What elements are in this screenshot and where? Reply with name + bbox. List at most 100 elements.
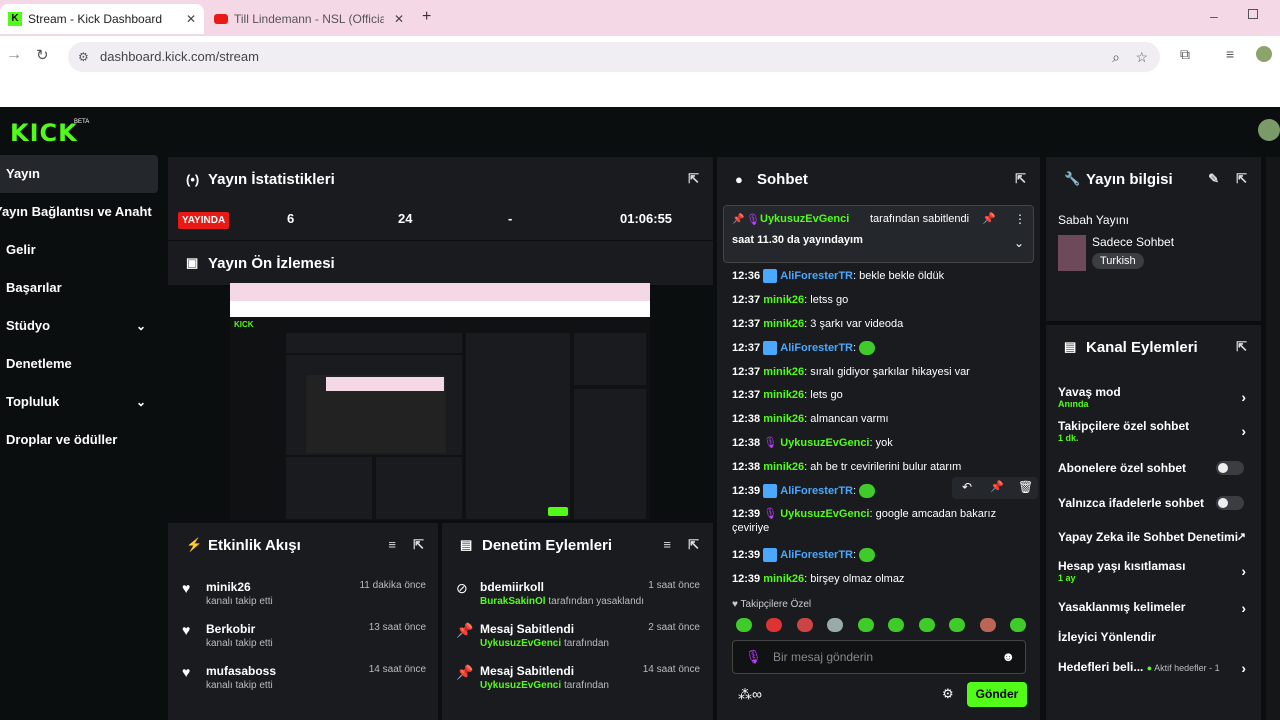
sidebar-item-stream-key[interactable]: Yayın Bağlantısı ve Anahtarı (0, 193, 152, 231)
close-icon[interactable]: ✕ (394, 12, 404, 26)
site-settings-icon[interactable]: ⚙ (78, 42, 89, 72)
more-icon[interactable]: ⋮ (1014, 212, 1026, 226)
mod-target[interactable]: bdemiirkoll (480, 580, 544, 594)
slow-mode[interactable]: Yavaş mod Anında › (1058, 385, 1258, 409)
chat-user[interactable]: minik26 (763, 389, 804, 401)
category-name[interactable]: Sadece Sohbet (1092, 235, 1174, 249)
account-age[interactable]: Hesap yaşı kısıtlaması 1 ay › (1058, 559, 1258, 583)
popout-icon[interactable]: ⇱ (1236, 339, 1247, 355)
maximize-icon[interactable] (1248, 9, 1258, 19)
profile-avatar[interactable] (1256, 46, 1272, 62)
chat-user[interactable]: AliForesterTR (780, 270, 853, 282)
pinned-message[interactable]: 📌 🎙 UykusuzEvGenci tarafından sabitlendi… (723, 205, 1034, 263)
activity-user[interactable]: Berkobir (206, 622, 255, 636)
activity-user[interactable]: minik26 (206, 580, 251, 594)
sidebar-item-gelir[interactable]: Gelir (0, 231, 158, 269)
mic-icon[interactable]: 🎙 (745, 649, 762, 665)
chat-message[interactable]: 12:38 🎙 UykusuzEvGenci: yok (732, 436, 1032, 450)
emote-icon[interactable] (949, 618, 966, 632)
chat-user[interactable]: minik26 (763, 366, 804, 378)
unpin-icon[interactable]: 📌 (982, 212, 996, 225)
chat-user[interactable]: AliForesterTR (780, 549, 853, 561)
reload-icon[interactable]: ↻ (36, 46, 49, 64)
emote-icon[interactable] (736, 618, 752, 632)
emote-icon[interactable] (918, 618, 935, 632)
minimize-icon[interactable]: – (1210, 8, 1218, 24)
url-field[interactable]: ⚙ dashboard.kick.com/stream ⌕ ☆ (68, 42, 1160, 72)
tab-kick-dashboard[interactable]: K Stream - Kick Dashboard ✕ (0, 4, 204, 34)
chat-user[interactable]: minik26 (763, 413, 804, 425)
new-tab-icon[interactable]: + (422, 8, 431, 26)
undo-icon[interactable]: ↶ (962, 480, 972, 494)
chat-user[interactable]: UykusuzEvGenci (780, 437, 869, 449)
banned-words[interactable]: Yasaklanmış kelimeler › (1058, 600, 1258, 616)
popout-icon[interactable]: ⇱ (688, 171, 699, 187)
popout-icon[interactable]: ⇱ (1015, 171, 1026, 187)
chat-user[interactable]: minik26 (763, 294, 804, 306)
emote-icon[interactable] (979, 618, 996, 632)
sidebar-item-topluluk[interactable]: Topluluk ⌄ (0, 383, 158, 421)
chat-message[interactable]: 12:37 minik26: 3 şarkı var videoda (732, 317, 1032, 331)
sidebar-item-droplar[interactable]: Droplar ve ödüller (0, 421, 158, 459)
chat-user[interactable]: minik26 (763, 318, 804, 330)
emote-icon[interactable] (827, 618, 844, 632)
chat-user[interactable]: UykusuzEvGenci (780, 508, 869, 520)
mod-user[interactable]: UykusuzEvGenci (480, 680, 561, 691)
emote-icon[interactable] (766, 618, 783, 632)
chat-user[interactable]: minik26 (763, 573, 804, 585)
pin-icon[interactable]: 📌 (990, 480, 1004, 493)
extensions-icon[interactable]: ⧉ (1180, 46, 1190, 63)
emotes-only-toggle[interactable] (1216, 496, 1244, 510)
popout-icon[interactable]: ⇱ (413, 537, 424, 553)
media-icon[interactable]: ≡ (1226, 46, 1234, 62)
sidebar-item-basarilar[interactable]: Başarılar (0, 269, 158, 307)
chat-message[interactable]: 12:39 AliForesterTR: (732, 548, 1032, 563)
popout-icon[interactable]: ⇱ (1236, 171, 1247, 187)
chat-input[interactable]: 🎙 Bir mesaj gönderin ☻ (732, 640, 1026, 674)
zoom-icon[interactable]: ⌕ (1112, 42, 1120, 72)
gear-icon[interactable]: ⚙ (942, 686, 954, 702)
chat-message[interactable]: 12:39 minik26: birşey olmaz olmaz (732, 572, 1032, 586)
activity-user[interactable]: mufasaboss (206, 664, 276, 678)
chat-message[interactable]: 12:37 minik26: letss go (732, 293, 1032, 307)
chat-message[interactable]: 12:37 minik26: sıralı gidiyor şarkılar h… (732, 365, 1032, 379)
followers-only-chat[interactable]: Takipçilere özel sohbet 1 dk. › (1058, 419, 1258, 443)
chat-message[interactable]: 12:38 minik26: ah be tr cevirilerini bul… (732, 460, 1032, 474)
tab-youtube[interactable]: Till Lindemann - NSL (Official Vi ✕ (206, 4, 412, 34)
chat-user[interactable]: AliForesterTR (780, 342, 853, 354)
sidebar-item-studyo[interactable]: Stüdyo ⌄ (0, 307, 158, 345)
user-avatar[interactable] (1258, 119, 1280, 141)
chat-message[interactable]: 12:37 AliForesterTR: (732, 341, 1032, 356)
stream-preview-video[interactable]: KICK (230, 283, 650, 520)
ai-moderation[interactable]: Yapay Zeka ile Sohbet Denetimi ↗ (1058, 530, 1258, 544)
redirect-viewers[interactable]: İzleyici Yönlendir (1058, 630, 1258, 644)
emoji-icon[interactable]: ☻ (1001, 649, 1015, 664)
edit-icon[interactable]: ✎ (1208, 171, 1219, 187)
chat-user[interactable]: AliForesterTR (780, 485, 853, 497)
emote-icon[interactable] (857, 618, 874, 632)
mod-user[interactable]: BurakSakinOl (480, 596, 546, 607)
filter-icon[interactable]: ≡ (388, 537, 396, 552)
popout-icon[interactable]: ⇱ (688, 537, 699, 553)
chat-message[interactable]: 12:39 🎙 UykusuzEvGenci: google amcadan b… (732, 507, 1032, 535)
emote-icon[interactable] (1009, 618, 1026, 632)
filter-icon[interactable]: ≡ (663, 537, 671, 552)
trash-icon[interactable]: 🗑 (1018, 480, 1033, 494)
subscribers-only-toggle[interactable] (1216, 461, 1244, 475)
close-icon[interactable]: ✕ (186, 12, 196, 26)
kick-logo[interactable]: KICK (10, 119, 78, 147)
emote-icon[interactable] (888, 618, 905, 632)
pinned-user[interactable]: UykusuzEvGenci (760, 213, 849, 225)
chat-message[interactable]: 12:38 minik26: almancan varmı (732, 412, 1032, 426)
chevron-down-icon[interactable]: ⌄ (1014, 236, 1024, 250)
mod-user[interactable]: UykusuzEvGenci (480, 638, 561, 649)
star-icon[interactable]: ☆ (1135, 42, 1148, 72)
emote-icon[interactable] (796, 618, 813, 632)
sidebar-item-yayin[interactable]: Yayın (0, 155, 158, 193)
sidebar-item-denetleme[interactable]: Denetleme (0, 345, 158, 383)
infinity-icon[interactable]: ⁂∞ (738, 686, 762, 703)
chat-message[interactable]: 12:37 minik26: lets go (732, 388, 1032, 402)
set-goals[interactable]: Hedefleri beli... ● Aktif hedefler - 1 › (1058, 660, 1258, 676)
chat-user[interactable]: minik26 (763, 461, 804, 473)
chat-message[interactable]: 12:36 AliForesterTR: bekle bekle öldük (732, 269, 1032, 284)
